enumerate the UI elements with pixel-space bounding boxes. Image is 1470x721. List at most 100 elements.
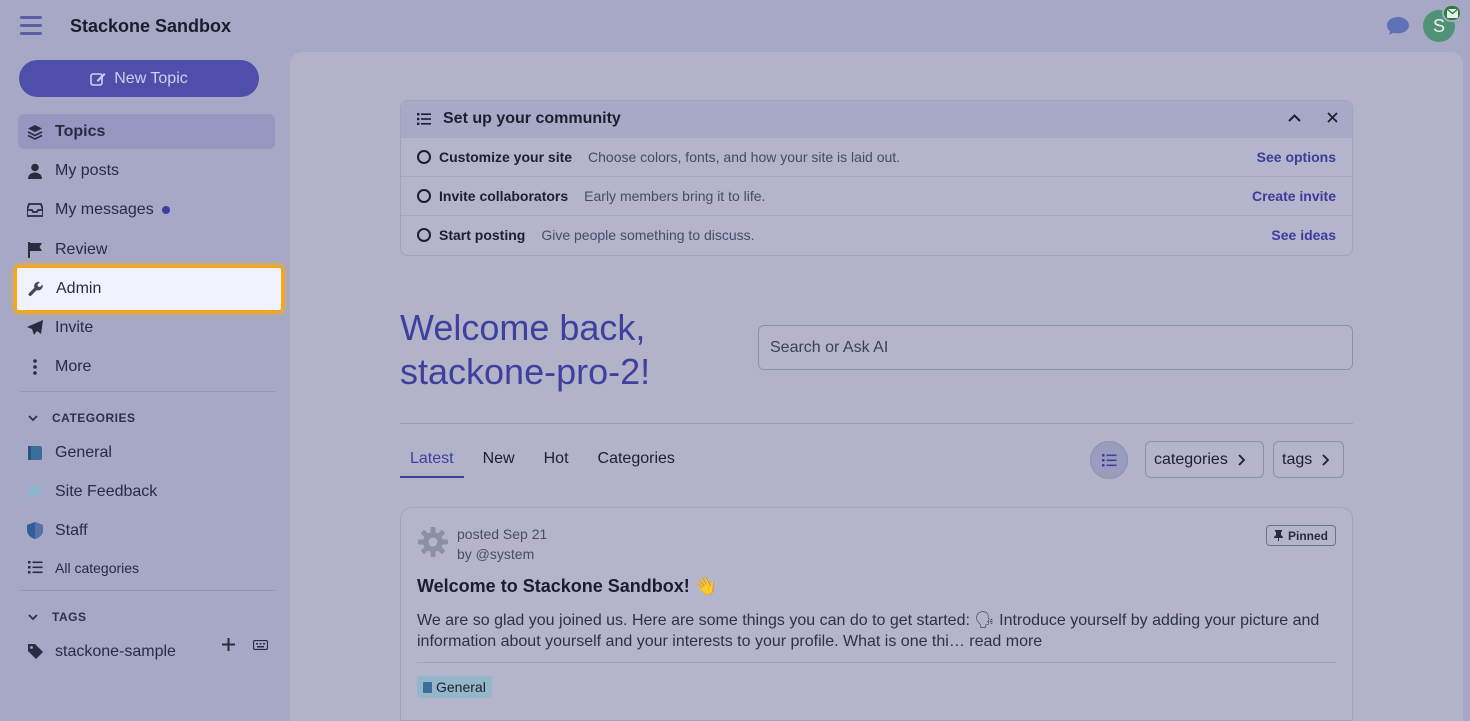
user-icon xyxy=(26,162,44,180)
site-header: Stackone Sandbox S xyxy=(0,0,1470,52)
sidebar-item-invite[interactable]: Invite xyxy=(18,310,275,345)
sidebar-item-review[interactable]: Review xyxy=(18,232,275,267)
sidebar-item-label: Staff xyxy=(55,521,88,539)
pin-icon xyxy=(1273,530,1283,541)
sidebar: New Topic Topics My posts My messages Re… xyxy=(0,52,290,721)
see-ideas-link[interactable]: See ideas xyxy=(1271,227,1336,243)
topic-card[interactable]: posted Sep 21 by @system Pinned Welcome … xyxy=(400,507,1353,721)
category-badge[interactable]: General xyxy=(417,676,492,698)
empty-circle-icon xyxy=(417,150,431,164)
pinned-label: Pinned xyxy=(1287,528,1328,543)
topic-list-tabs: Latest New Hot Categories xyxy=(400,440,694,478)
welcome-line-2: stackone-pro-2! xyxy=(400,351,651,392)
chevron-down-icon xyxy=(28,613,38,620)
list-icon xyxy=(1101,453,1116,466)
tags-section-toggle[interactable]: TAGS xyxy=(28,610,86,624)
layers-icon xyxy=(26,123,44,141)
vertical-ellipsis-icon xyxy=(26,358,44,376)
sidebar-category-site-feedback[interactable]: Site Feedback xyxy=(18,474,275,509)
tags-dropdown-label: tags xyxy=(1282,450,1313,468)
setup-row-posting: Start posting Give people something to d… xyxy=(401,215,1352,254)
categories-heading: CATEGORIES xyxy=(52,411,136,425)
setup-row-desc: Choose colors, fonts, and how your site … xyxy=(588,149,901,165)
sidebar-item-topics[interactable]: Topics xyxy=(18,114,275,149)
chevron-right-icon xyxy=(1238,453,1245,466)
keyboard-icon[interactable] xyxy=(253,639,268,650)
sidebar-divider xyxy=(20,391,275,392)
categories-dropdown-label: categories xyxy=(1154,450,1228,468)
empty-circle-icon xyxy=(417,228,431,242)
category-badge-label: General xyxy=(436,679,486,695)
empty-circle-icon xyxy=(417,189,431,203)
see-options-link[interactable]: See options xyxy=(1257,149,1336,165)
sidebar-item-label: My messages xyxy=(55,200,154,218)
setup-row-invite: Invite collaborators Early members bring… xyxy=(401,176,1352,215)
tab-categories[interactable]: Categories xyxy=(588,440,685,478)
create-invite-link[interactable]: Create invite xyxy=(1252,188,1336,204)
shield-icon xyxy=(26,522,44,540)
sidebar-item-more[interactable]: More xyxy=(18,349,275,384)
speech-bubble-icon xyxy=(26,483,44,501)
sidebar-item-label: Topics xyxy=(55,122,106,140)
inbox-icon xyxy=(26,201,44,219)
setup-community-panel: Set up your community Customize your sit… xyxy=(400,100,1353,256)
setup-row-title: Customize your site xyxy=(439,149,573,165)
pinned-badge: Pinned xyxy=(1265,525,1336,546)
setup-row-title: Start posting xyxy=(439,227,526,243)
topic-title[interactable]: Welcome to Stackone Sandbox! 👋 xyxy=(417,576,717,597)
tag-icon xyxy=(26,643,44,661)
chevron-down-icon xyxy=(28,414,38,421)
list-icon xyxy=(26,559,44,577)
hamburger-menu-icon[interactable] xyxy=(20,16,42,36)
tab-latest[interactable]: Latest xyxy=(400,440,464,478)
sidebar-item-label: My posts xyxy=(55,161,120,179)
welcome-line-1: Welcome back, xyxy=(400,307,646,348)
setup-row-desc: Give people something to discuss. xyxy=(541,227,755,243)
site-title[interactable]: Stackone Sandbox xyxy=(70,16,231,37)
sidebar-item-label: More xyxy=(55,357,92,375)
setup-panel-header: Set up your community xyxy=(401,101,1352,137)
edit-icon xyxy=(90,72,106,86)
new-topic-button[interactable]: New Topic xyxy=(19,60,259,97)
close-icon[interactable] xyxy=(1327,112,1338,123)
sidebar-item-my-messages[interactable]: My messages xyxy=(18,192,275,227)
book-icon xyxy=(26,444,44,462)
card-divider xyxy=(417,662,1336,663)
tab-hot[interactable]: Hot xyxy=(534,440,579,478)
sidebar-item-label: Review xyxy=(55,240,108,258)
sidebar-all-categories[interactable]: All categories xyxy=(18,550,275,585)
chat-icon[interactable] xyxy=(1385,15,1411,37)
sidebar-item-label: Admin xyxy=(56,280,102,297)
main-content: Set up your community Customize your sit… xyxy=(290,52,1463,721)
categories-dropdown[interactable]: categories xyxy=(1145,441,1264,478)
chevron-up-icon[interactable] xyxy=(1288,113,1301,122)
setup-row-title: Invite collaborators xyxy=(439,188,569,204)
wrench-icon xyxy=(27,280,45,298)
flag-icon xyxy=(26,241,44,259)
paper-plane-icon xyxy=(26,319,44,337)
setup-panel-title: Set up your community xyxy=(443,110,621,127)
sidebar-item-my-posts[interactable]: My posts xyxy=(18,153,275,188)
list-view-toggle-button[interactable] xyxy=(1090,441,1128,479)
topic-excerpt: We are so glad you joined us. Here are s… xyxy=(417,612,1320,650)
sidebar-category-general[interactable]: General xyxy=(18,435,275,470)
sidebar-item-label: Invite xyxy=(55,318,94,336)
categories-section-toggle[interactable]: CATEGORIES xyxy=(28,411,135,425)
tags-dropdown[interactable]: tags xyxy=(1273,441,1344,478)
checklist-icon xyxy=(417,113,431,125)
plus-icon[interactable] xyxy=(222,638,235,651)
search-input[interactable] xyxy=(758,325,1353,370)
posted-by[interactable]: by @system xyxy=(457,546,534,562)
sidebar-divider xyxy=(20,590,275,591)
tab-new[interactable]: New xyxy=(473,440,525,478)
book-icon xyxy=(423,681,432,693)
sidebar-item-label: Site Feedback xyxy=(55,482,158,500)
sidebar-item-admin[interactable]: Admin xyxy=(14,265,284,313)
tags-heading: TAGS xyxy=(52,610,87,624)
chevron-right-icon xyxy=(1322,453,1330,466)
sidebar-item-label: General xyxy=(55,443,112,461)
posted-date: posted Sep 21 xyxy=(457,526,548,542)
unread-message-badge-icon xyxy=(1442,4,1462,22)
main-divider xyxy=(400,423,1353,424)
sidebar-category-staff[interactable]: Staff xyxy=(18,513,275,548)
